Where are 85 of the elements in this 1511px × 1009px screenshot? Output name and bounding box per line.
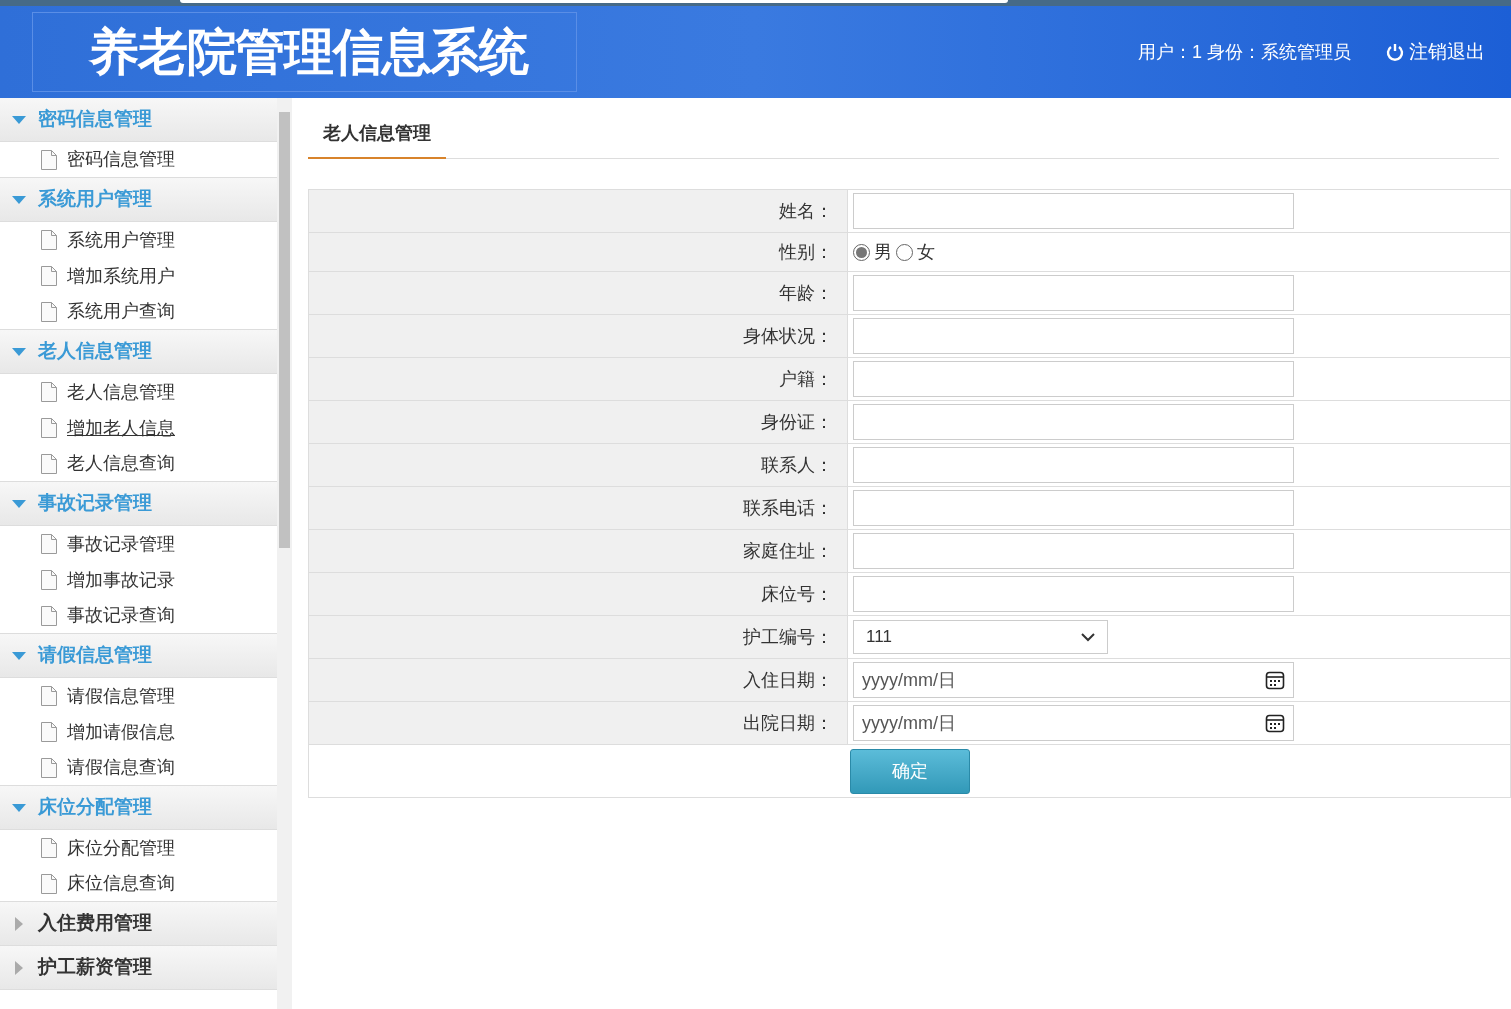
page-icon	[40, 604, 58, 627]
caret-down-icon	[12, 195, 26, 204]
caret-down-icon	[12, 651, 26, 660]
menu-item[interactable]: 床位分配管理	[67, 834, 175, 862]
menu-item[interactable]: 事故记录查询	[67, 602, 175, 629]
menu-item[interactable]: 老人信息管理	[67, 378, 175, 406]
text-field[interactable]	[853, 275, 1294, 311]
page-icon	[40, 533, 58, 555]
menu-group-label: 请假信息管理	[38, 643, 152, 668]
menu-item[interactable]: 密码信息管理	[67, 146, 175, 173]
radio-label: 女	[917, 240, 935, 264]
page-tab[interactable]: 老人信息管理	[308, 120, 446, 159]
menu-item[interactable]: 请假信息管理	[67, 682, 175, 710]
calendar-icon	[1265, 670, 1285, 690]
menu-item[interactable]: 增加老人信息	[67, 414, 175, 442]
menu-item[interactable]: 增加请假信息	[67, 718, 175, 746]
menu-item[interactable]: 系统用户管理	[67, 226, 175, 254]
page-icon	[40, 417, 58, 439]
field-label: 姓名：	[779, 199, 833, 223]
menu-group[interactable]: 入住费用管理	[0, 902, 277, 946]
caret-right-icon	[15, 916, 23, 931]
text-field[interactable]	[853, 318, 1294, 354]
calendar-icon	[1265, 713, 1285, 733]
caret-right-icon	[15, 960, 23, 975]
field-label: 护工编号：	[743, 625, 833, 649]
text-field[interactable]	[853, 193, 1294, 229]
radio-button[interactable]	[853, 243, 870, 261]
menu-group-label: 护工薪资管理	[38, 955, 152, 980]
chevron-down-icon	[1081, 632, 1095, 642]
logout-button[interactable]: 注销退出	[1385, 37, 1485, 67]
menu-item[interactable]: 系统用户查询	[67, 298, 175, 325]
page-icon	[40, 300, 58, 323]
text-field[interactable]	[853, 361, 1294, 397]
page-icon	[40, 721, 58, 743]
field-label: 联系电话：	[743, 496, 833, 520]
dropdown[interactable]: 111	[853, 620, 1108, 654]
menu-group-label: 事故记录管理	[38, 491, 152, 516]
text-field[interactable]	[853, 490, 1294, 526]
page-icon	[40, 756, 58, 779]
menu-item[interactable]: 老人信息查询	[67, 450, 175, 477]
menu-group-label: 入住费用管理	[38, 911, 152, 936]
page-icon	[40, 381, 58, 403]
menu-group-label: 密码信息管理	[38, 107, 152, 132]
page-icon	[40, 872, 58, 895]
radio-label: 男	[874, 240, 892, 264]
field-label: 入住日期：	[743, 668, 833, 692]
page-icon	[40, 837, 58, 859]
page-icon	[40, 685, 58, 707]
user-info: 用户：1 身份：系统管理员	[1138, 40, 1351, 64]
text-field[interactable]	[853, 533, 1294, 569]
date-field[interactable]: yyyy/mm/日	[853, 705, 1294, 741]
date-field[interactable]: yyyy/mm/日	[853, 662, 1294, 698]
caret-down-icon	[12, 803, 26, 812]
text-field[interactable]	[853, 576, 1294, 612]
system-title: 养老院管理信息系统	[89, 22, 528, 82]
field-label: 年龄：	[779, 281, 833, 305]
field-label: 身体状况：	[743, 324, 833, 348]
page-icon	[40, 229, 58, 251]
page-icon	[40, 265, 58, 287]
menu-item[interactable]: 事故记录管理	[67, 530, 175, 558]
field-label: 出院日期：	[743, 711, 833, 735]
text-field[interactable]	[853, 404, 1294, 440]
menu-item[interactable]: 请假信息查询	[67, 754, 175, 781]
menu-group-label: 系统用户管理	[38, 187, 152, 212]
radio-button[interactable]	[896, 243, 913, 261]
field-label: 性别：	[779, 240, 833, 264]
menu-group-label: 床位分配管理	[38, 795, 152, 820]
field-label: 身份证：	[761, 410, 833, 434]
menu-group-label: 老人信息管理	[38, 339, 152, 364]
menu-item[interactable]: 增加系统用户	[67, 262, 175, 290]
text-field[interactable]	[853, 447, 1294, 483]
field-label: 联系人：	[761, 453, 833, 477]
field-label: 床位号：	[761, 582, 833, 606]
caret-down-icon	[12, 347, 26, 356]
field-label: 家庭住址：	[743, 539, 833, 563]
menu-group[interactable]: 护工薪资管理	[0, 946, 277, 990]
caret-down-icon	[12, 115, 26, 124]
menu-item[interactable]: 床位信息查询	[67, 870, 175, 897]
page-icon	[40, 452, 58, 475]
page-icon	[40, 148, 58, 171]
power-icon	[1385, 42, 1405, 62]
page-icon	[40, 569, 58, 591]
field-label: 户籍：	[779, 367, 833, 391]
caret-down-icon	[12, 499, 26, 508]
menu-item[interactable]: 增加事故记录	[67, 566, 175, 594]
